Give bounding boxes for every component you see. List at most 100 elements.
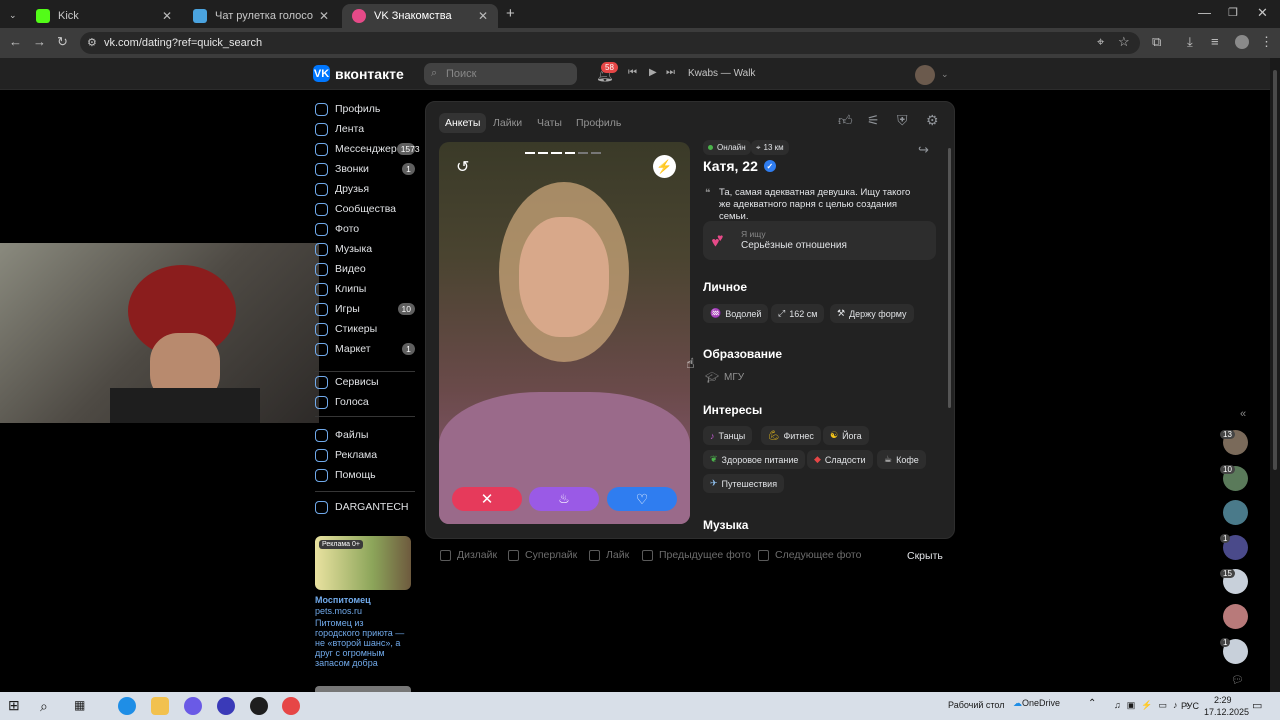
tab-vk-dating[interactable]: VK Знакомства ✕ bbox=[342, 4, 498, 28]
new-tab-icon[interactable]: + bbox=[506, 6, 515, 21]
sidebar-item[interactable]: Клипы bbox=[315, 280, 415, 298]
explorer-icon[interactable] bbox=[151, 697, 169, 715]
sidebar-item[interactable]: Маркет 1 bbox=[315, 340, 415, 358]
hide-hints-link[interactable]: Скрыть bbox=[907, 550, 943, 562]
location-icon[interactable]: ⌖ bbox=[1097, 35, 1104, 49]
like-icon[interactable]: 👍︎ bbox=[838, 112, 853, 129]
chat-avatar[interactable] bbox=[1223, 500, 1248, 525]
forward-icon[interactable]: → bbox=[33, 35, 46, 49]
tab-profile[interactable]: Профиль bbox=[570, 113, 627, 133]
superlike-button[interactable]: ♨ bbox=[529, 487, 599, 511]
chevron-down-icon[interactable]: ⌄ bbox=[941, 69, 949, 80]
reload-icon[interactable]: ↻ bbox=[57, 35, 68, 49]
start-icon[interactable]: ⊞ bbox=[8, 698, 22, 712]
interest-chip: ◆ Сладости bbox=[807, 450, 873, 469]
download-icon[interactable]: ⤓ bbox=[1187, 35, 1193, 49]
minimize-icon[interactable]: — bbox=[1198, 6, 1211, 20]
gear-icon[interactable]: ⚙ bbox=[926, 112, 939, 129]
sidebar-item[interactable]: Мессенджер 1573 bbox=[315, 140, 420, 158]
chat-bubble-icon[interactable]: 💬︎ bbox=[1231, 675, 1244, 686]
app-icon[interactable] bbox=[184, 697, 202, 715]
track-title[interactable]: Kwabs — Walk bbox=[688, 68, 755, 79]
prev-track-icon[interactable]: ⏮ bbox=[628, 67, 637, 78]
sidebar-item[interactable]: Игры 10 bbox=[315, 300, 415, 318]
user-avatar[interactable] bbox=[915, 65, 935, 85]
close-icon[interactable]: ✕ bbox=[319, 9, 329, 23]
ad-domain[interactable]: pets.mos.ru bbox=[315, 606, 362, 616]
sidebar-item-label: Фото bbox=[335, 223, 360, 235]
media-icon[interactable]: ≡ bbox=[1211, 35, 1219, 49]
sidebar-item[interactable]: Голоса bbox=[315, 393, 415, 411]
sidebar-item[interactable]: Файлы bbox=[315, 426, 415, 444]
extensions-icon[interactable]: ⧉ bbox=[1152, 35, 1161, 49]
tab-chats[interactable]: Чаты bbox=[531, 113, 568, 133]
profile-avatar-icon[interactable] bbox=[1235, 35, 1249, 49]
ad-text[interactable]: Питомец из городского приюта — не «второ… bbox=[315, 618, 405, 668]
site-info-icon[interactable]: ⚙ bbox=[87, 36, 97, 50]
obs-icon[interactable] bbox=[217, 697, 235, 715]
sidebar-item[interactable]: Сервисы bbox=[315, 373, 415, 391]
share-icon[interactable]: ↪ bbox=[918, 142, 929, 158]
url-field[interactable]: ⚙ vk.com/dating?ref=quick_search bbox=[80, 32, 1140, 54]
tray-chevron-icon[interactable]: ⌃ bbox=[1088, 698, 1096, 709]
sidebar-item[interactable]: DARGANTECH bbox=[315, 498, 415, 516]
nav-icon bbox=[315, 142, 328, 156]
sidebar-item[interactable]: Видео bbox=[315, 260, 415, 278]
filter-icon[interactable]: ⚟ bbox=[867, 112, 880, 129]
education-value: МГУ bbox=[724, 372, 745, 383]
boost-icon[interactable]: ⚡ bbox=[653, 155, 676, 178]
tab-likes[interactable]: Лайки bbox=[487, 113, 528, 133]
sidebar-item[interactable]: Лента bbox=[315, 120, 415, 138]
collapse-chats-icon[interactable]: « bbox=[1240, 408, 1246, 420]
tab-chat[interactable]: Чат рулетка голосовая — Nek ✕ bbox=[183, 4, 339, 28]
vk-logo[interactable]: VK вконтакте bbox=[313, 65, 404, 82]
language-indicator[interactable]: РУС bbox=[1181, 701, 1199, 711]
dislike-button[interactable]: ✕ bbox=[452, 487, 522, 511]
page-scrollbar[interactable] bbox=[1270, 58, 1280, 692]
restore-icon[interactable]: ❐ bbox=[1228, 6, 1238, 20]
sidebar-item[interactable]: Профиль bbox=[315, 100, 415, 118]
tab-search-icon[interactable]: ⌄ bbox=[9, 8, 17, 22]
chrome-menu-icon[interactable]: ⋮ bbox=[1260, 35, 1273, 49]
profile-photo[interactable] bbox=[439, 142, 690, 524]
search-input[interactable]: ⌕ Поиск bbox=[424, 63, 577, 85]
shield-icon[interactable]: ⛨ bbox=[897, 112, 908, 129]
search-icon: ⌕ bbox=[431, 67, 438, 79]
search-icon[interactable]: ⌕ bbox=[40, 698, 48, 715]
tab-kick[interactable]: Kick ✕ bbox=[26, 4, 182, 28]
next-track-icon[interactable]: ⏭ bbox=[666, 67, 675, 78]
close-icon[interactable]: ✕ bbox=[478, 9, 488, 23]
back-icon[interactable]: ← bbox=[9, 35, 22, 49]
sidebar-item[interactable]: Помощь bbox=[315, 466, 415, 484]
tab-ankety[interactable]: Анкеты bbox=[439, 113, 487, 133]
sidebar-item[interactable]: Звонки 1 bbox=[315, 160, 415, 178]
chat-avatar[interactable] bbox=[1223, 604, 1248, 629]
like-button[interactable]: ♡ bbox=[607, 487, 677, 511]
ad-title[interactable]: Моспитомец bbox=[315, 595, 371, 605]
clock-time[interactable]: 2:29 bbox=[1214, 695, 1232, 705]
clock-date[interactable]: 17.12.2025 bbox=[1204, 707, 1249, 717]
sidebar-item[interactable]: Фото bbox=[315, 220, 415, 238]
task-view-icon[interactable]: ▦ bbox=[74, 698, 85, 712]
undo-icon[interactable]: ↺ bbox=[456, 157, 469, 177]
notification-badge: 58 bbox=[601, 62, 618, 73]
ad-image[interactable]: Реклама 0+ bbox=[315, 536, 411, 590]
sidebar-item[interactable]: Реклама bbox=[315, 446, 415, 464]
close-window-icon[interactable]: ✕ bbox=[1257, 6, 1268, 20]
app-icon[interactable] bbox=[250, 697, 268, 715]
notifications-icon[interactable]: ▭ bbox=[1252, 699, 1262, 712]
edge-icon[interactable] bbox=[118, 697, 136, 715]
desktop-label[interactable]: Рабочий стол bbox=[948, 700, 1005, 710]
sidebar-item[interactable]: Друзья bbox=[315, 180, 415, 198]
play-icon[interactable]: ▶ bbox=[649, 67, 657, 78]
sidebar-item[interactable]: Стикеры bbox=[315, 320, 415, 338]
chrome-icon[interactable] bbox=[282, 697, 300, 715]
bookmark-star-icon[interactable]: ☆ bbox=[1118, 35, 1130, 49]
onedrive-label[interactable]: ☁OneDrive bbox=[1013, 698, 1060, 709]
info-scrollbar[interactable] bbox=[948, 148, 951, 408]
close-icon[interactable]: ✕ bbox=[162, 9, 172, 23]
nav-icon bbox=[315, 395, 328, 409]
sidebar-item-label: Сообщества bbox=[335, 203, 396, 215]
sidebar-item[interactable]: Сообщества bbox=[315, 200, 415, 218]
sidebar-item[interactable]: Музыка bbox=[315, 240, 415, 258]
